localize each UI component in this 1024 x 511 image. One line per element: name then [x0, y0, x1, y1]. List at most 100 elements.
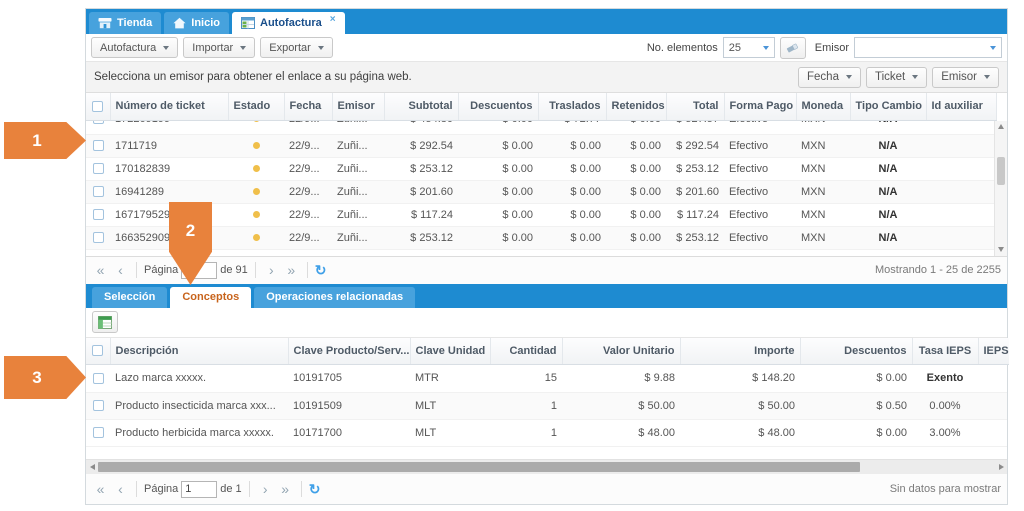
scroll-right-arrow[interactable] — [995, 460, 1007, 474]
table-row[interactable]: 1711719 22/9... Zuñi... $ 292.54 $ 0.00 … — [86, 134, 996, 157]
page-number-input[interactable] — [181, 481, 217, 498]
prev-page-button[interactable]: ‹ — [112, 482, 129, 496]
vertical-scrollbar-thumb[interactable] — [997, 157, 1005, 185]
tasa-ieps-cell: 3.00% — [912, 419, 978, 446]
table-row[interactable]: Lazo marca xxxxx. 10191705 MTR 15 $ 9.88… — [86, 365, 1007, 392]
col-descuentos[interactable]: Descuentos — [800, 338, 912, 365]
emisor-combo[interactable] — [854, 37, 1002, 58]
next-page-button[interactable]: › — [257, 482, 274, 496]
page-label: Página — [144, 483, 178, 495]
eraser-icon — [786, 42, 799, 53]
tab-tienda-label: Tienda — [117, 17, 152, 29]
select-all-checkbox[interactable] — [92, 345, 103, 356]
col-total[interactable]: Total — [666, 93, 724, 120]
fecha-cell: 22/9... — [284, 203, 332, 226]
forma-pago-cell: Efectivo — [724, 180, 796, 203]
importar-menu-label: Importar — [192, 42, 233, 54]
fecha-filter-button[interactable]: Fecha — [798, 67, 861, 88]
horizontal-scrollbar[interactable] — [86, 459, 1007, 474]
clear-filter-button[interactable] — [780, 37, 806, 59]
row-checkbox[interactable] — [93, 232, 104, 243]
importar-menu-button[interactable]: Importar — [183, 37, 255, 58]
scroll-down-arrow[interactable] — [995, 244, 1007, 256]
row-checkbox[interactable] — [93, 163, 104, 174]
last-page-button[interactable]: » — [283, 263, 300, 277]
tab-conceptos[interactable]: Conceptos — [170, 287, 251, 308]
row-checkbox[interactable] — [93, 140, 104, 151]
col-forma-pago[interactable]: Forma Pago — [724, 93, 796, 120]
col-subtotal[interactable]: Subtotal — [384, 93, 458, 120]
col-tipo-cambio[interactable]: Tipo Cambio — [850, 93, 926, 120]
next-page-button[interactable]: › — [263, 263, 280, 277]
col-valor-unitario[interactable]: Valor Unitario — [562, 338, 680, 365]
table-row[interactable]: 167179529 22/9... Zuñi... $ 117.24 $ 0.0… — [86, 203, 996, 226]
subtotal-cell: $ 253.12 — [384, 157, 458, 180]
table-row[interactable]: Producto insecticida marca xxx... 101915… — [86, 392, 1007, 419]
col-fecha[interactable]: Fecha — [284, 93, 332, 120]
chevron-down-icon — [984, 75, 990, 79]
col-descuentos[interactable]: Descuentos — [458, 93, 538, 120]
row-checkbox[interactable] — [93, 400, 104, 411]
no-elementos-select[interactable]: 25 — [723, 37, 775, 58]
vertical-scrollbar[interactable] — [994, 121, 1007, 256]
callout-2-number: 2 — [186, 221, 195, 241]
scroll-left-arrow[interactable] — [86, 460, 98, 474]
emisor-filter-button[interactable]: Emisor — [932, 67, 999, 88]
scroll-up-arrow[interactable] — [995, 121, 1007, 133]
table-row[interactable]: 170182839 22/9... Zuñi... $ 253.12 $ 0.0… — [86, 157, 996, 180]
col-numero-de-ticket[interactable]: Número de ticket — [110, 93, 228, 120]
exportar-menu-button[interactable]: Exportar — [260, 37, 333, 58]
col-importe[interactable]: Importe — [680, 338, 800, 365]
table-row[interactable]: 172269199 22/9... Zuñi... $ 454.80 $ 0.0… — [86, 121, 996, 135]
col-clave-producto[interactable]: Clave Producto/Serv... — [288, 338, 410, 365]
col-estado[interactable]: Estado — [228, 93, 284, 120]
callout-3-number: 3 — [32, 368, 41, 388]
row-checkbox[interactable] — [93, 209, 104, 220]
tab-inicio[interactable]: Inicio — [164, 12, 229, 34]
descuentos-cell: $ 0.50 — [800, 392, 912, 419]
tab-tienda[interactable]: Tienda — [89, 12, 161, 34]
col-id-auxiliar[interactable]: Id auxiliar — [926, 93, 996, 120]
col-ieps-t[interactable]: IEPS T... — [978, 338, 1009, 365]
col-clave-unidad[interactable]: Clave Unidad — [410, 338, 490, 365]
col-descripcion[interactable]: Descripción — [110, 338, 288, 365]
importe-cell: $ 148.20 — [680, 365, 800, 392]
col-retenidos[interactable]: Retenidos — [606, 93, 666, 120]
total-cell: $ 253.12 — [666, 157, 724, 180]
table-row[interactable]: Producto herbicida marca xxxxx. 10171700… — [86, 419, 1007, 446]
ticket-cell: 170182839 — [110, 157, 228, 180]
moneda-cell: MXN — [801, 121, 845, 125]
table-row[interactable]: 166352909 22/9... Zuñi... $ 253.12 $ 0.0… — [86, 226, 996, 249]
row-checkbox[interactable] — [93, 121, 104, 125]
row-checkbox[interactable] — [93, 373, 104, 384]
first-page-button[interactable]: « — [92, 482, 109, 496]
row-checkbox[interactable] — [93, 427, 104, 438]
export-excel-button[interactable] — [92, 311, 118, 333]
tab-seleccion[interactable]: Selección — [92, 287, 167, 308]
select-all-checkbox-header[interactable] — [86, 93, 110, 120]
tab-inicio-label: Inicio — [191, 17, 220, 29]
ticket-filter-button[interactable]: Ticket — [866, 67, 927, 88]
row-checkbox[interactable] — [93, 186, 104, 197]
horizontal-scrollbar-thumb[interactable] — [98, 462, 860, 472]
col-tasa-ieps[interactable]: Tasa IEPS — [912, 338, 978, 365]
refresh-icon[interactable]: ↻ — [309, 482, 321, 496]
callout-3: 3 — [4, 356, 86, 399]
col-moneda[interactable]: Moneda — [796, 93, 850, 120]
autofactura-menu-button[interactable]: Autofactura — [91, 37, 178, 58]
last-page-button[interactable]: » — [277, 482, 294, 496]
retenidos-cell: $ 0.00 — [606, 134, 666, 157]
select-all-checkbox-header[interactable] — [86, 338, 110, 365]
col-cantidad[interactable]: Cantidad — [490, 338, 562, 365]
tab-operaciones-relacionadas[interactable]: Operaciones relacionadas — [254, 287, 415, 308]
first-page-button[interactable]: « — [92, 263, 109, 277]
ticket-cell: 172269199 — [115, 121, 223, 125]
col-emisor[interactable]: Emisor — [332, 93, 384, 120]
tab-autofactura[interactable]: Autofactura × — [232, 12, 345, 34]
close-icon[interactable]: × — [330, 14, 336, 25]
select-all-checkbox[interactable] — [92, 101, 103, 112]
table-row[interactable]: 16941289 22/9... Zuñi... $ 201.60 $ 0.00… — [86, 180, 996, 203]
prev-page-button[interactable]: ‹ — [112, 263, 129, 277]
refresh-icon[interactable]: ↻ — [315, 263, 327, 277]
col-traslados[interactable]: Traslados — [538, 93, 606, 120]
